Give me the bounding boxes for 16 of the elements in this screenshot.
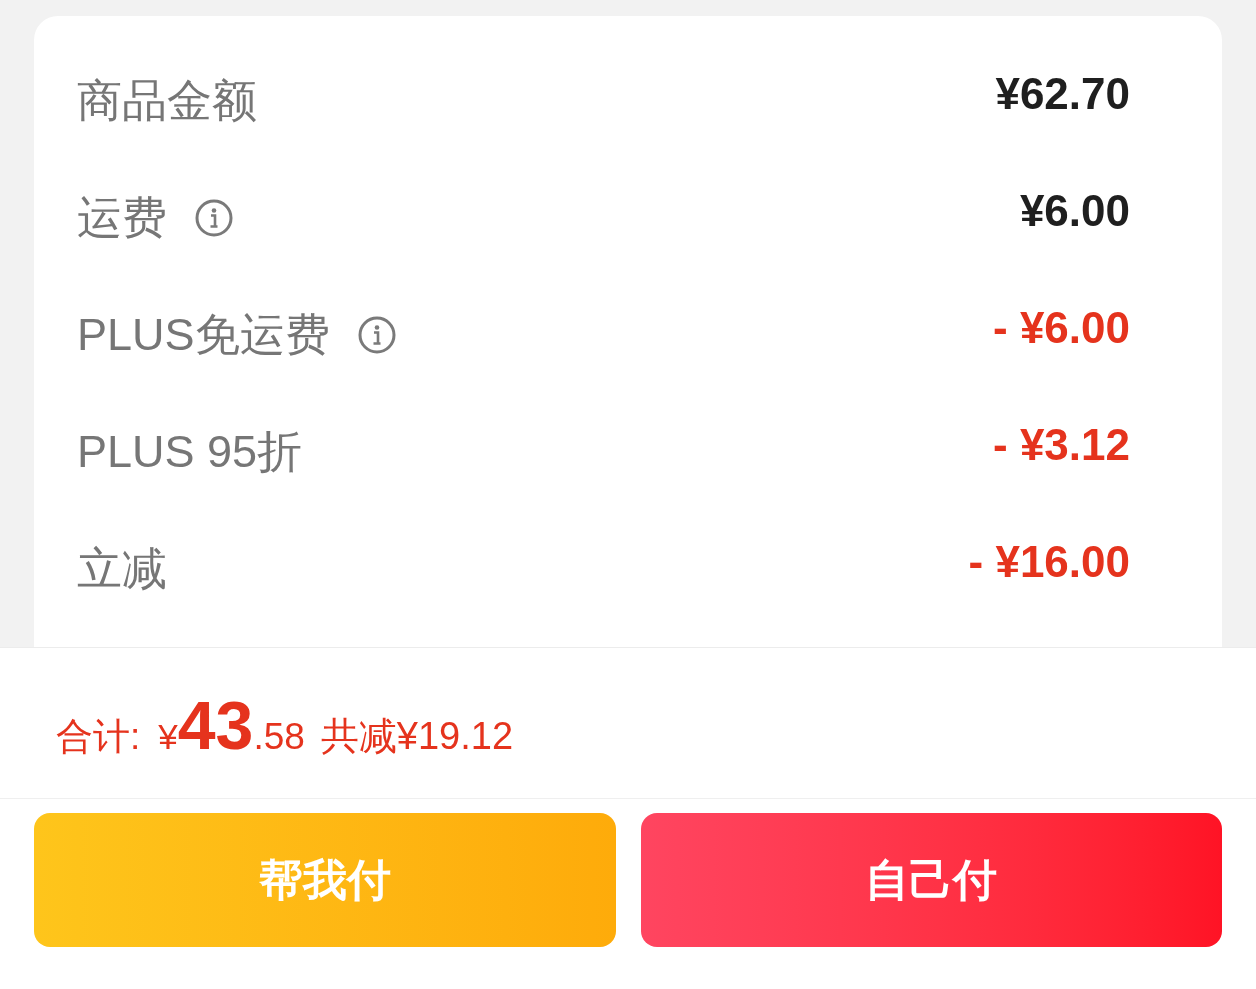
- pay-button[interactable]: 自己付: [640, 813, 1222, 947]
- price-label: 商品金额: [77, 78, 257, 123]
- price-label: PLUS 95折: [77, 429, 303, 474]
- info-icon[interactable]: [195, 198, 233, 237]
- price-label: 立减: [77, 546, 167, 591]
- total-amount: ¥43.58: [158, 691, 305, 759]
- total-savings: 共减¥19.12: [320, 717, 514, 755]
- price-label: PLUS免运费: [77, 312, 330, 357]
- price-amount: - ¥3.12: [993, 422, 1130, 467]
- total-label: 合计:: [56, 718, 141, 755]
- info-icon[interactable]: [357, 315, 396, 354]
- price-amount: - ¥16.00: [968, 539, 1130, 584]
- price-amount: ¥6.00: [1019, 188, 1130, 233]
- price-amount: - ¥6.00: [993, 305, 1130, 350]
- price-label: 运费: [77, 195, 167, 240]
- price-amount: ¥62.70: [995, 71, 1130, 116]
